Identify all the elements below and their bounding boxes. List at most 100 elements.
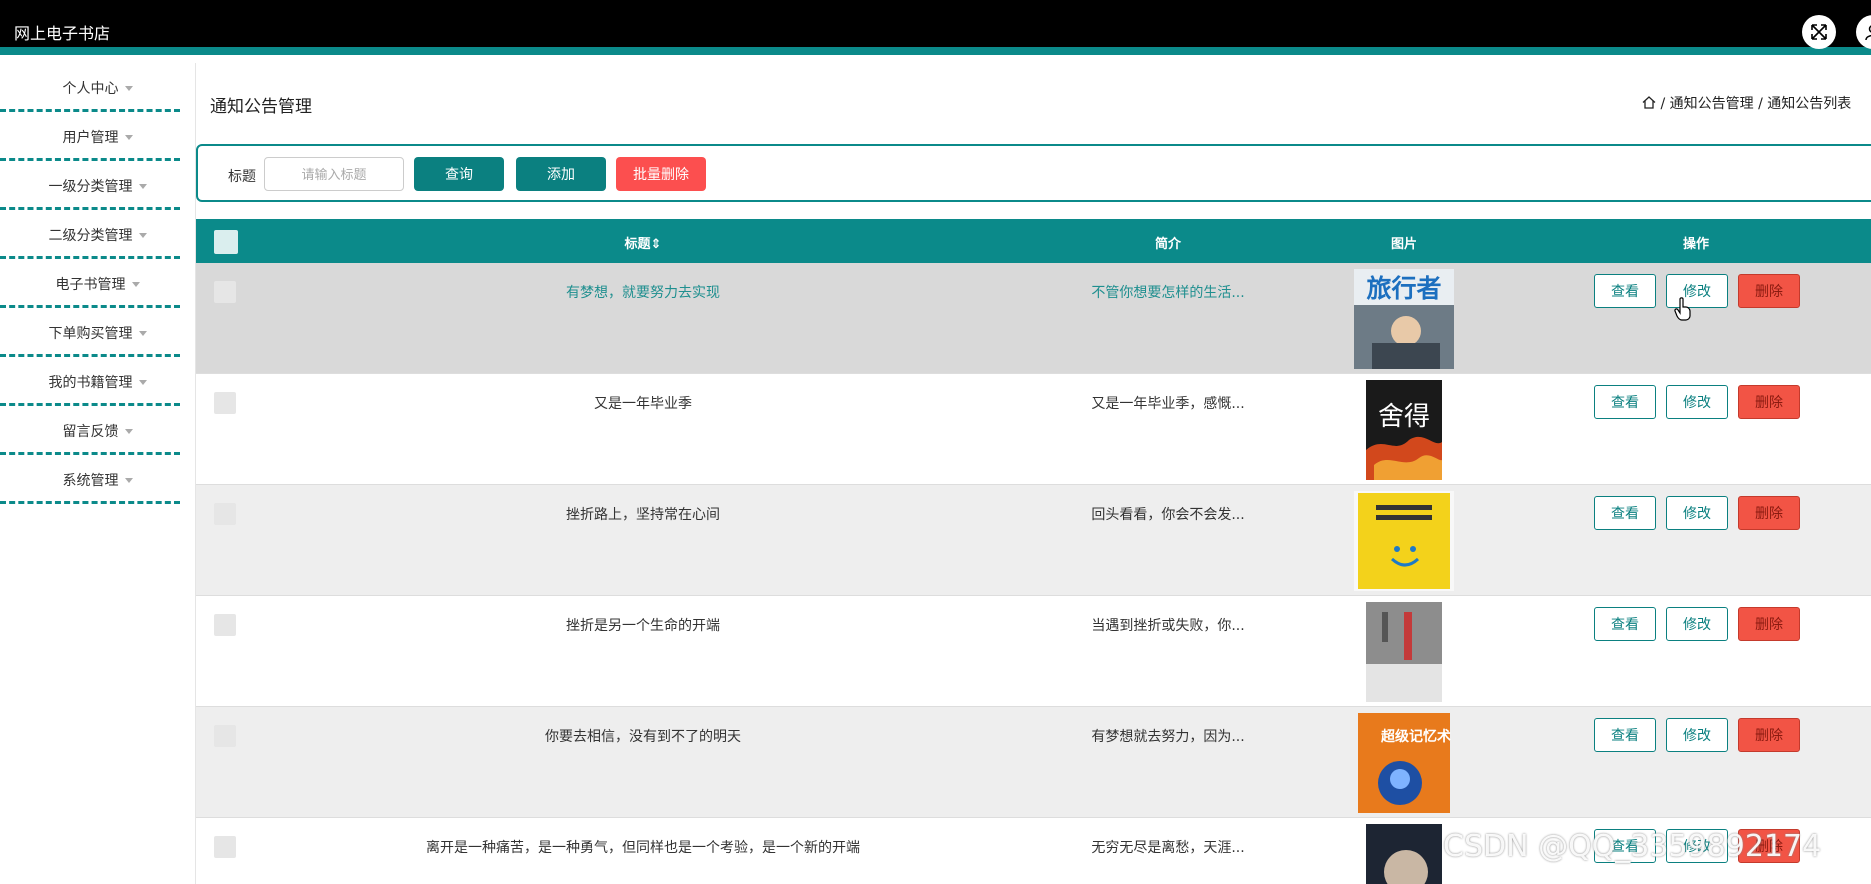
sidebar-item-label: 系统管理 [62,472,119,489]
home-icon[interactable] [1642,96,1656,112]
row-summary: 回头看看，你会不会发... [1091,507,1245,523]
sidebar-item-my-books[interactable]: 我的书籍管理 [0,357,195,406]
breadcrumb: / 通知公告管理 / 通知公告列表 [1642,93,1851,113]
caret-down-icon [138,233,147,238]
column-image: 图片 [1390,237,1418,252]
caret-down-icon [124,135,133,140]
batch-delete-button[interactable]: 批量删除 [616,157,706,191]
sidebar-item-feedback[interactable]: 留言反馈 [0,406,195,455]
view-button[interactable]: 查看 [1594,718,1656,752]
edit-button[interactable]: 修改 [1666,718,1728,752]
sidebar-item-order-management[interactable]: 下单购买管理 [0,308,195,357]
caret-down-icon [138,184,147,189]
table-row: 有梦想，就要努力去实现 不管你想要怎样的生活... 旅行者 查看 修改 删除 [196,263,1871,374]
breadcrumb-separator: / [1758,96,1768,112]
table-header: 标题⇕ 简介 图片 操作 [196,219,1871,263]
delete-button[interactable]: 删除 [1738,385,1800,419]
table-row: 挫折是另一个生命的开端 当遇到挫折或失败，你... 查看 修改 删除 [196,596,1871,707]
sidebar-item-label: 二级分类管理 [48,227,133,244]
book-cover-image [1354,491,1454,591]
row-checkbox[interactable] [214,281,236,303]
table-row: 挫折路上，坚持常在心间 回头看看，你会不会发... 查看 修改 删除 [196,485,1871,596]
edit-button[interactable]: 修改 [1666,385,1728,419]
table-row: 又是一年毕业季 又是一年毕业季，感慨... 舍得 查看 修改 删除 [196,374,1871,485]
row-title: 离开是一种痛苦，是一种勇气，但同样也是一个考验，是一个新的开端 [426,840,860,856]
caret-down-icon [138,380,147,385]
row-summary: 当遇到挫折或失败，你... [1091,618,1245,634]
row-summary: 无穷无尽是离愁，天涯... [1091,840,1245,856]
column-actions: 操作 [1682,237,1710,252]
search-label: 标题 [228,169,256,185]
delete-button[interactable]: 删除 [1738,274,1800,308]
view-button[interactable]: 查看 [1594,274,1656,308]
sidebar-item-label: 电子书管理 [55,276,126,293]
row-checkbox[interactable] [214,725,236,747]
cover-title: 超级记忆术 [1380,728,1451,745]
add-button[interactable]: 添加 [516,157,606,191]
book-cover-image [1366,602,1442,702]
fullscreen-icon[interactable] [1802,15,1836,49]
delete-button[interactable]: 删除 [1738,607,1800,641]
sidebar-item-label: 一级分类管理 [48,178,133,195]
row-title: 你要去相信，没有到不了的明天 [545,729,741,745]
row-checkbox[interactable] [214,836,236,858]
table-row: 你要去相信，没有到不了的明天 有梦想就去努力，因为... 超级记忆术 查看 修改… [196,707,1871,818]
column-summary: 简介 [1154,237,1182,252]
caret-down-icon [131,282,140,287]
sidebar-item-personal-center[interactable]: 个人中心 [0,63,195,112]
sidebar-item-label: 个人中心 [62,80,119,97]
query-button[interactable]: 查询 [414,157,504,191]
sidebar-item-system[interactable]: 系统管理 [0,455,195,504]
row-title: 有梦想，就要努力去实现 [566,285,720,301]
sidebar-item-category-level2[interactable]: 二级分类管理 [0,210,195,259]
column-title-label: 标题 [624,237,651,252]
sort-icon[interactable]: ⇕ [651,237,662,252]
sidebar-item-user-management[interactable]: 用户管理 [0,112,195,161]
sidebar: 个人中心 用户管理 一级分类管理 二级分类管理 电子书管理 下单购买管理 我的书… [0,63,196,884]
row-checkbox[interactable] [214,614,236,636]
caret-down-icon [124,86,133,91]
book-cover-image: 舍得 [1366,380,1442,480]
edit-button[interactable]: 修改 [1666,607,1728,641]
user-icon[interactable] [1856,15,1871,49]
top-bar: 网上电子书店 [0,0,1871,55]
sidebar-item-label: 我的书籍管理 [48,374,133,391]
view-button[interactable]: 查看 [1594,607,1656,641]
row-checkbox[interactable] [214,503,236,525]
search-panel: 标题 查询 添加 批量删除 [196,144,1871,202]
row-title: 挫折路上，坚持常在心间 [566,507,720,523]
title-search-input[interactable] [264,157,404,191]
view-button[interactable]: 查看 [1594,385,1656,419]
page-title: 通知公告管理 [210,97,312,117]
caret-down-icon [124,478,133,483]
row-title: 挫折是另一个生命的开端 [566,618,720,634]
row-summary: 有梦想就去努力，因为... [1091,729,1245,745]
caret-down-icon [138,331,147,336]
sidebar-item-label: 下单购买管理 [48,325,133,342]
column-title[interactable]: 标题⇕ [625,233,662,252]
delete-button[interactable]: 删除 [1738,496,1800,530]
watermark: CSDN @QQ_3359892174 [1443,829,1822,864]
caret-down-icon [124,429,133,434]
breadcrumb-item: 通知公告列表 [1767,96,1852,112]
hand-cursor-icon [1674,297,1691,321]
breadcrumb-item[interactable]: 通知公告管理 [1670,96,1754,112]
select-all-checkbox[interactable] [214,230,238,254]
cover-title: 舍得 [1378,402,1430,432]
sidebar-item-ebook-management[interactable]: 电子书管理 [0,259,195,308]
delete-button[interactable]: 删除 [1738,718,1800,752]
row-checkbox[interactable] [214,392,236,414]
view-button[interactable]: 查看 [1594,496,1656,530]
breadcrumb-separator: / [1660,96,1670,112]
sidebar-item-label: 留言反馈 [62,423,119,440]
sidebar-item-category-level1[interactable]: 一级分类管理 [0,161,195,210]
cover-title: 旅行者 [1366,274,1441,303]
book-cover-image: 超级记忆术 [1358,713,1451,813]
book-cover-image [1366,824,1442,884]
row-title: 又是一年毕业季 [594,396,692,412]
edit-button[interactable]: 修改 [1666,496,1728,530]
app-title: 网上电子书店 [14,24,111,43]
sidebar-item-label: 用户管理 [62,129,119,146]
row-summary: 不管你想要怎样的生活... [1091,285,1245,301]
book-cover-image: 旅行者 [1354,269,1454,369]
